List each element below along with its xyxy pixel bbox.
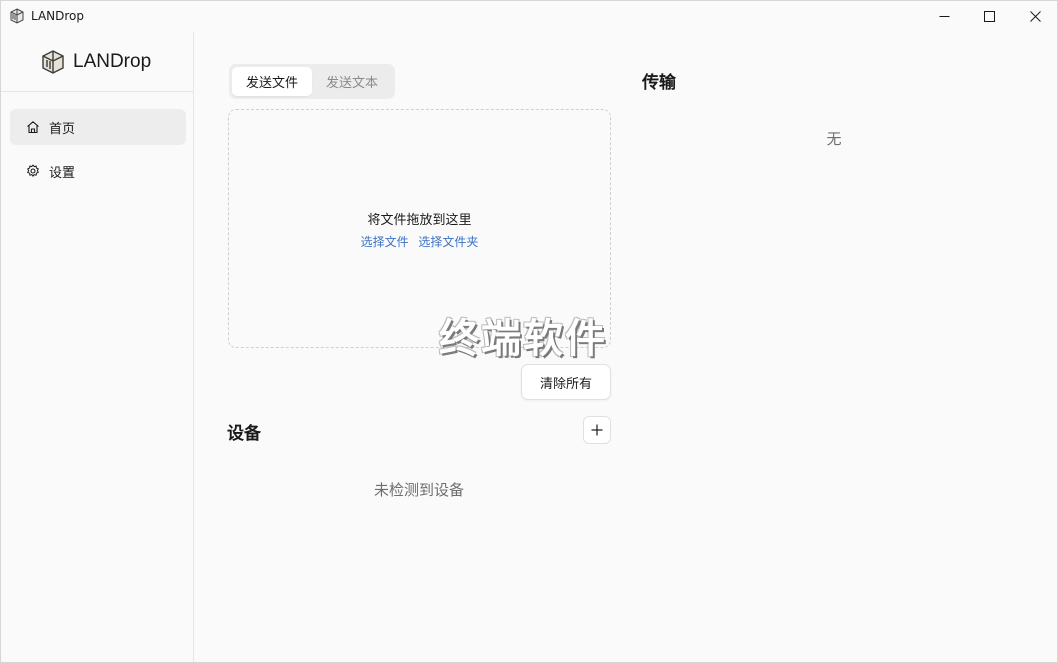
sidebar-item-label: 设置 xyxy=(49,165,76,181)
drop-hint: 将文件拖放到这里 xyxy=(367,213,472,228)
landrop-logo-icon xyxy=(42,50,64,74)
title-bar: LANDrop xyxy=(1,1,1057,32)
close-button[interactable] xyxy=(1012,1,1057,32)
tab-send-text[interactable]: 发送文本 xyxy=(312,67,392,96)
transfer-heading: 传输 xyxy=(642,73,676,93)
window-title: LANDrop xyxy=(31,9,85,23)
clear-all-button[interactable]: 清除所有 xyxy=(521,364,611,400)
sidebar-item-label: 首页 xyxy=(49,121,76,137)
app-icon xyxy=(10,8,24,24)
drop-links: 选择文件 选择文件夹 xyxy=(229,233,610,250)
send-tabs: 发送文件 发送文本 xyxy=(229,64,395,99)
brand: LANDrop xyxy=(41,49,151,75)
plus-icon xyxy=(591,424,603,436)
brand-name: LANDrop xyxy=(73,51,152,72)
minimize-icon xyxy=(939,16,949,17)
sidebar-item-settings[interactable]: 设置 xyxy=(10,153,186,189)
app-window: LANDrop LANDrop 首页 设置 发送文件 发送文本 将文件拖放到这里… xyxy=(0,0,1058,663)
home-icon xyxy=(26,120,40,134)
select-folder-link[interactable]: 选择文件夹 xyxy=(418,235,478,249)
watermark: 终端软件 xyxy=(439,316,607,362)
sidebar-divider xyxy=(1,91,194,92)
add-device-button[interactable] xyxy=(583,416,611,444)
no-devices-text: 未检测到设备 xyxy=(373,481,464,499)
sidebar-item-home[interactable]: 首页 xyxy=(10,109,186,145)
devices-heading: 设备 xyxy=(227,424,261,444)
transfer-empty-text: 无 xyxy=(826,130,842,148)
sidebar: LANDrop 首页 设置 xyxy=(1,32,194,662)
maximize-icon xyxy=(983,11,995,22)
close-icon xyxy=(1029,11,1041,22)
gear-icon xyxy=(26,164,40,178)
minimize-button[interactable] xyxy=(921,1,967,32)
tab-send-file[interactable]: 发送文件 xyxy=(232,67,312,96)
maximize-button[interactable] xyxy=(966,1,1012,32)
select-files-link[interactable]: 选择文件 xyxy=(361,235,409,249)
